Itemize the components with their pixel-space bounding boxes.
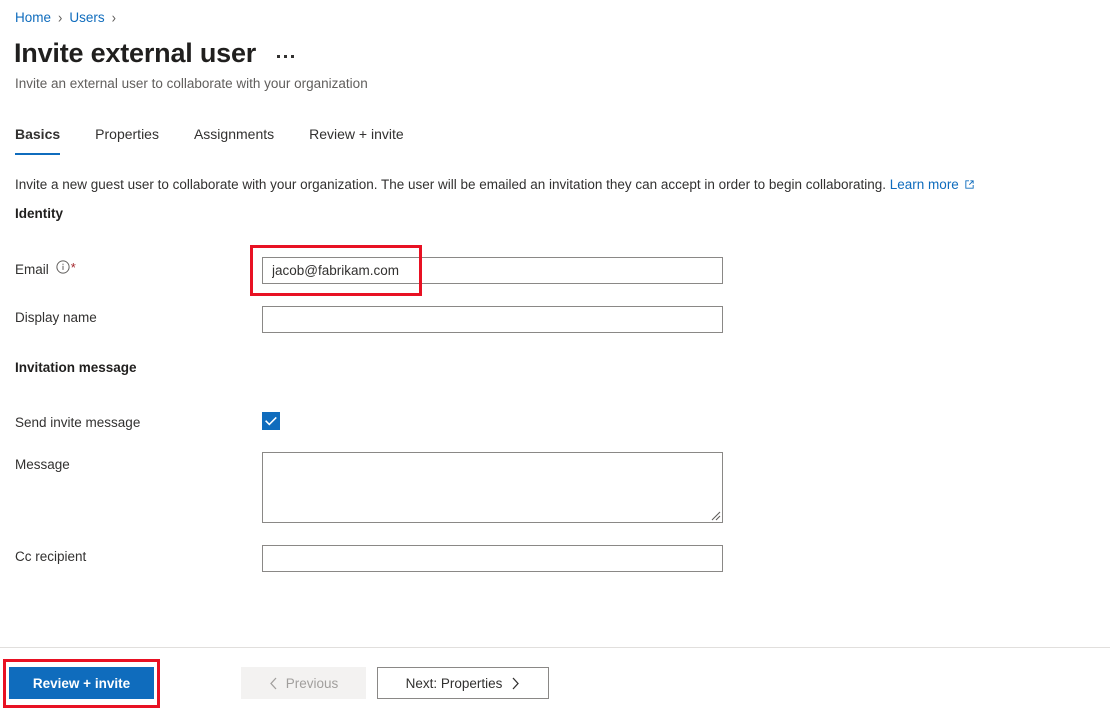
title-row: Invite external user [14,36,296,70]
next-button-label: Next: Properties [405,675,503,691]
next-properties-button[interactable]: Next: Properties [377,667,549,699]
breadcrumb: Home › Users › [15,9,123,27]
cc-recipient-label-text: Cc recipient [15,549,87,564]
send-invite-message-checkbox[interactable] [262,412,280,430]
ellipsis-dot [277,54,281,58]
intro-description: Invite a new guest user to collaborate w… [15,177,887,192]
section-heading-invitation-message: Invitation message [15,360,137,375]
page-subtitle: Invite an external user to collaborate w… [15,76,368,91]
ellipsis-dot [291,54,295,58]
email-label-text: Email [15,261,49,277]
external-link-icon[interactable] [964,176,975,195]
checkmark-icon [263,413,279,429]
tab-basics[interactable]: Basics [15,121,61,155]
chevron-left-icon [269,677,278,690]
tab-properties[interactable]: Properties [95,121,159,155]
required-marker: * [70,260,76,275]
tab-assignments[interactable]: Assignments [194,121,274,155]
send-invite-message-label-text: Send invite message [15,415,141,430]
breadcrumb-item-home[interactable]: Home [15,9,51,27]
breadcrumb-separator-icon: › [111,8,116,27]
cc-recipient-input[interactable] [262,545,723,572]
ellipsis-dot [284,54,288,58]
email-input[interactable] [262,257,723,284]
message-label: Message [15,456,70,474]
message-label-text: Message [15,457,70,472]
section-heading-identity: Identity [15,206,64,221]
email-label: Email * [15,260,76,279]
invite-external-user-page: Home › Users › Invite external user Invi… [0,0,1110,714]
breadcrumb-item-users[interactable]: Users [69,9,104,27]
ellipsis-icon[interactable] [275,51,296,62]
intro-text: Invite a new guest user to collaborate w… [15,175,975,195]
display-name-input[interactable] [262,306,723,333]
previous-button-label: Previous [285,675,339,691]
display-name-label: Display name [15,309,97,327]
cc-recipient-label: Cc recipient [15,548,86,566]
send-invite-message-label: Send invite message [15,414,140,432]
learn-more-link[interactable]: Learn more [890,177,959,192]
info-circle-icon[interactable] [56,260,70,279]
message-textarea[interactable] [262,452,723,523]
chevron-right-icon [511,677,520,690]
page-title: Invite external user [14,38,257,68]
tab-review-invite[interactable]: Review + invite [309,121,404,155]
footer-divider [0,647,1110,648]
breadcrumb-separator-icon: › [58,8,63,27]
previous-button[interactable]: Previous [241,667,366,699]
review-invite-button[interactable]: Review + invite [9,667,154,699]
wizard-tabs: Basics Properties Assignments Review + i… [15,121,439,155]
display-name-label-text: Display name [15,310,97,325]
